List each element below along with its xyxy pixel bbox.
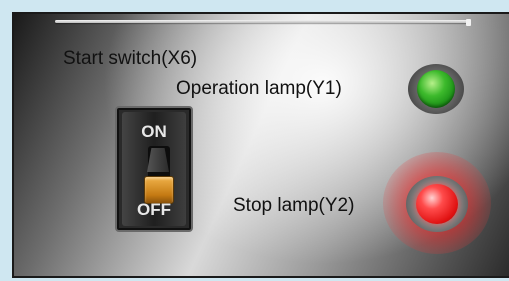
panel-divider bbox=[55, 20, 470, 23]
red-lamp-icon bbox=[416, 184, 458, 224]
stop-lamp-label: Stop lamp(Y2) bbox=[233, 195, 355, 216]
start-switch-label: Start switch(X6) bbox=[63, 48, 198, 69]
hmi-screen: Start switch(X6) Operation lamp(Y1) Stop… bbox=[0, 0, 509, 281]
operation-lamp-indicator bbox=[408, 64, 464, 114]
operation-lamp-label: Operation lamp(Y1) bbox=[176, 78, 342, 99]
switch-off-label: OFF bbox=[137, 200, 171, 219]
start-switch-toggle[interactable]: ON OFF bbox=[115, 106, 193, 232]
green-lamp-icon bbox=[417, 70, 455, 108]
panel-divider-cap bbox=[466, 19, 471, 26]
stop-lamp-indicator bbox=[406, 176, 468, 232]
switch-on-label: ON bbox=[141, 122, 167, 141]
switch-plate: ON OFF bbox=[122, 112, 186, 226]
